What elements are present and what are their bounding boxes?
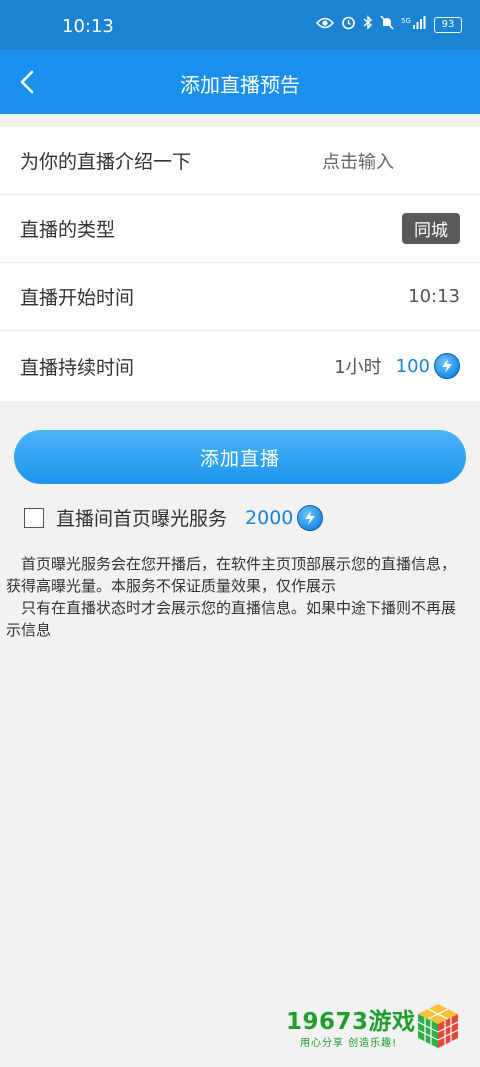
exposure-price-amount: 2000	[245, 506, 294, 529]
add-live-button[interactable]: 添加直播	[14, 430, 466, 484]
app-bar: 添加直播预告	[0, 50, 480, 114]
exposure-checkbox[interactable]	[24, 507, 44, 528]
exposure-description: 首页曝光服务会在您开播后，在软件主页顶部展示您的直播信息，获得高曝光量。本服务不…	[6, 555, 457, 639]
exposure-option: 直播间首页曝光服务 2000	[24, 504, 324, 531]
start-time-value[interactable]: 10:13	[408, 286, 460, 307]
lightning-coin-icon	[434, 353, 460, 379]
status-icons: 5G 93	[315, 15, 462, 34]
intro-row[interactable]: 为你的直播介绍一下 点击输入	[0, 127, 480, 195]
type-select[interactable]: 同城	[402, 213, 460, 244]
intro-label: 为你的直播介绍一下	[20, 151, 192, 173]
live-form: 为你的直播介绍一下 点击输入 直播的类型 同城 直播开始时间 10:13 直播持…	[0, 127, 480, 401]
signal-icon: 5G	[401, 15, 427, 34]
watermark: 19673游戏 用心分享 创造乐趣!	[286, 1000, 462, 1056]
watermark-brand: 19673游戏	[286, 1009, 416, 1035]
alarm-icon	[341, 15, 356, 34]
battery-icon: 93	[434, 16, 462, 33]
start-time-row[interactable]: 直播开始时间 10:13	[0, 263, 480, 331]
page-title: 添加直播预告	[180, 73, 300, 97]
lightning-coin-icon	[297, 504, 324, 531]
exposure-label: 直播间首页曝光服务	[56, 508, 228, 530]
type-label: 直播的类型	[20, 219, 116, 241]
bluetooth-icon	[363, 15, 373, 34]
duration-price: 100	[396, 353, 460, 379]
status-bar: 10:13 5G 93	[0, 0, 480, 50]
duration-group: 1小时 100	[334, 353, 460, 379]
status-time: 10:13	[62, 16, 114, 37]
duration-row[interactable]: 直播持续时间 1小时 100	[0, 331, 480, 401]
start-time-label: 直播开始时间	[20, 287, 135, 309]
mute-bell-icon	[380, 15, 394, 34]
exposure-price: 2000	[245, 504, 324, 531]
watermark-slogan: 用心分享 创造乐趣!	[300, 1038, 398, 1049]
duration-label: 直播持续时间	[20, 356, 135, 379]
svg-text:5G: 5G	[401, 17, 411, 25]
duration-price-amount: 100	[395, 355, 430, 377]
intro-input[interactable]: 点击输入	[322, 148, 394, 174]
rubik-cube-logo	[417, 1004, 459, 1048]
duration-value[interactable]: 1小时	[334, 353, 381, 379]
type-row[interactable]: 直播的类型 同城	[0, 195, 480, 263]
eye-icon	[315, 17, 335, 33]
